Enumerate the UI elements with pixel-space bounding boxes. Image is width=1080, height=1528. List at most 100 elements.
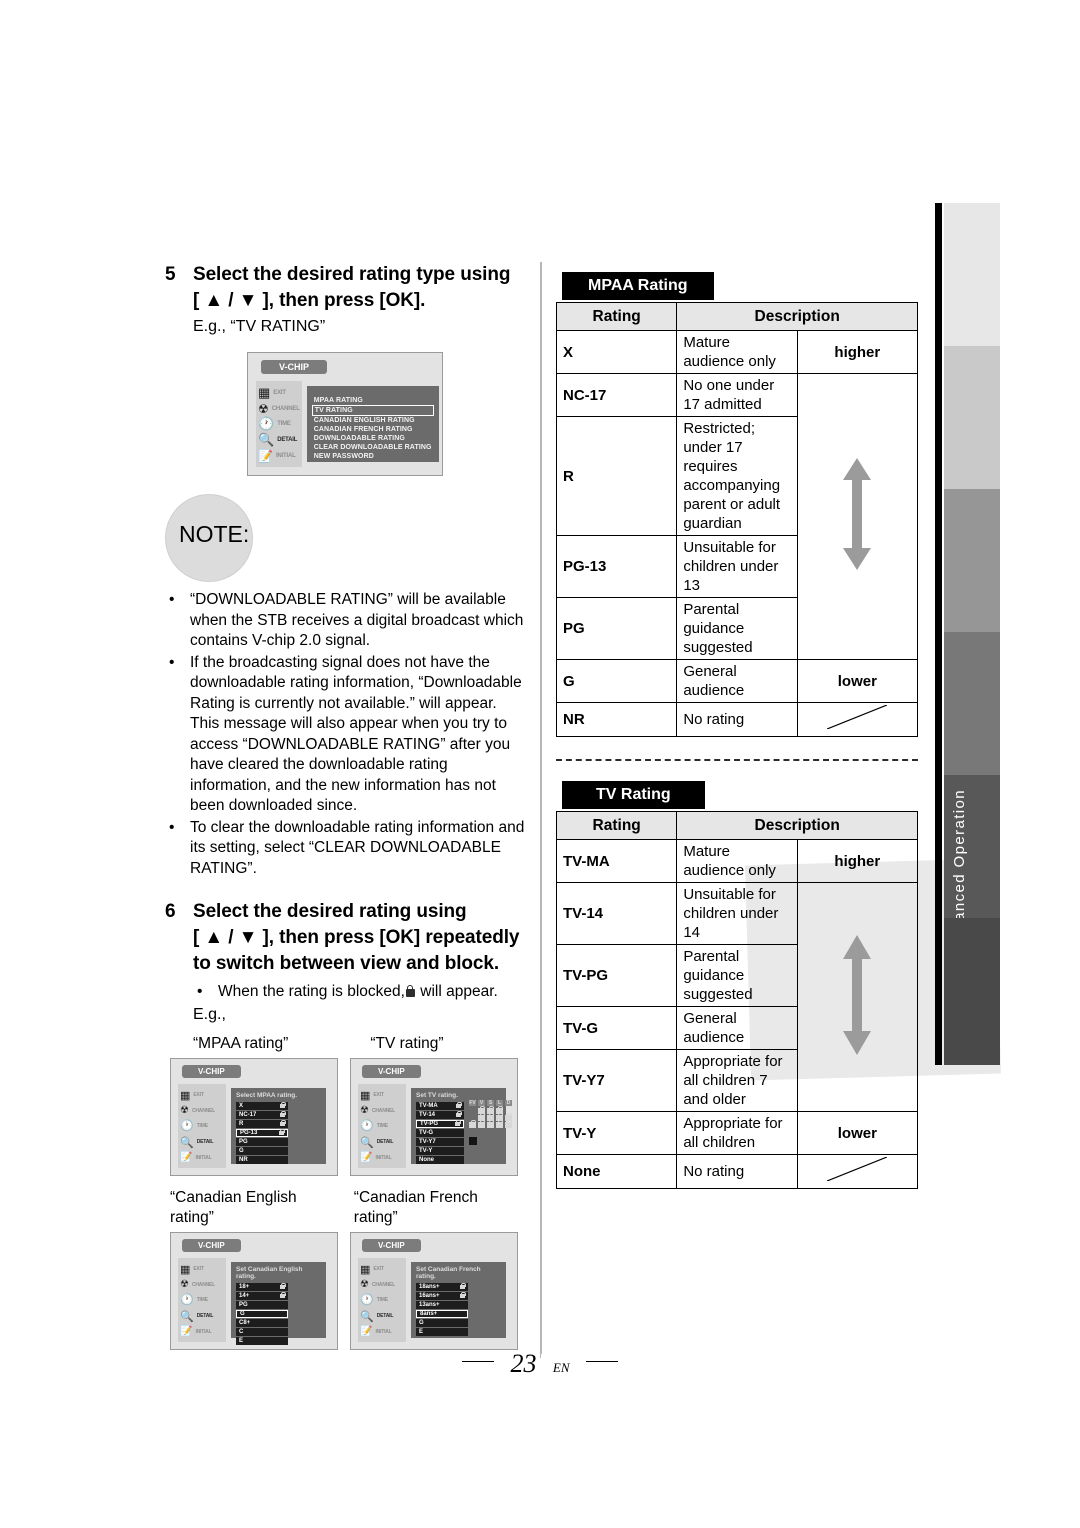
osd-sidebar-item-exit[interactable]: ▦ EXIT [180,1263,224,1276]
osd-sidebar-item-time[interactable]: 🕐 TIME [360,1119,404,1132]
osd-sidebar-item-initial[interactable]: 📝 INITIAL [258,449,300,463]
rating-row-none[interactable]: None [416,1156,464,1164]
rating-row-14plus[interactable]: 14+ [236,1292,288,1300]
osd-sidebar-item-detail[interactable]: 🔍 DETAIL [258,432,300,448]
magnifier-icon: 🔍 [258,432,275,448]
rating-row-pg13[interactable]: PG-13 [236,1129,288,1137]
lock-icon[interactable] [496,1120,503,1128]
step-5: 5 Select the desired rating type using [… [165,262,525,314]
osd-sidebar-item-initial[interactable]: 📝 INITIAL [180,1152,224,1163]
osd-sidebar-item-detail[interactable]: 🔍 DETAIL [360,1136,404,1149]
osd-menu-item-4[interactable]: DOWNLOADABLE RATING [312,434,434,443]
rating-row-e[interactable]: E [236,1337,288,1345]
osd-sidebar-item-initial[interactable]: 📝 INITIAL [360,1326,404,1337]
osd-sidebar-item-channel[interactable]: ☢ CHANNEL [180,1279,224,1290]
rating-row-x[interactable]: X [236,1102,288,1110]
osd-sidebar-label-time: TIME [196,1122,208,1129]
rating-label: E [239,1338,244,1344]
rating-row-18ans[interactable]: 18ans+ [416,1283,468,1291]
osd-tv-body: ▦ EXIT ☢ CHANNEL 🕐 TIME 🔍 DETAIL 📝 INITIAL Se… [358,1084,512,1168]
osd-sidebar-item-channel[interactable]: ☢ CHANNEL [180,1105,224,1116]
rating-row-tvy[interactable]: TV-Y [416,1147,464,1155]
osd-sidebar-label-initial: INITIAL [275,452,296,459]
rating-row-8ans[interactable]: 8ans+ [416,1310,468,1318]
content-grid-row-2[interactable] [469,1120,512,1128]
osd-sidebar-item-detail[interactable]: 🔍 DETAIL [180,1136,224,1149]
page-footer: 23 EN [0,1338,1080,1377]
osd-sidebar-item-exit[interactable]: ▦ EXIT [258,385,300,401]
osd-sidebar-item-initial[interactable]: 📝 INITIAL [360,1152,404,1163]
rating-row-nc17[interactable]: NC-17 [236,1111,288,1119]
lock-icon[interactable] [478,1120,485,1128]
osd-sidebar-item-initial[interactable]: 📝 INITIAL [180,1326,224,1337]
rating-row-18plus[interactable]: 18+ [236,1283,288,1291]
osd-sidebar-item-channel[interactable]: ☢ CHANNEL [360,1105,404,1116]
osd-sidebar-item-exit[interactable]: ▦ EXIT [360,1089,404,1102]
step-6-bullet-pre: When the rating is blocked, [218,983,405,1000]
rating-label: 18+ [239,1284,250,1290]
rating-desc: Parental guidance suggested [676,944,798,1007]
rating-row-g[interactable]: G [236,1310,288,1318]
table-row: G General audience lower [555,659,919,703]
osd-sidebar-item-detail[interactable]: 🔍 DETAIL [360,1310,404,1323]
osd-tv-rating: V-CHIP ▦ EXIT ☢ CHANNEL 🕐 TIME 🔍 DETAIL 📝 INI… [350,1058,518,1176]
rating-row-c[interactable]: C [236,1328,288,1336]
setup-icon: ☢ [180,1105,189,1117]
osd-sidebar-label-exit: EXIT [193,1092,204,1099]
rating-row-13ans[interactable]: 13ans+ [416,1301,468,1309]
osd-sidebar-label-exit: EXIT [373,1092,384,1099]
osd-sidebar-item-time[interactable]: 🕐 TIME [180,1119,224,1132]
osd-sidebar-item-detail[interactable]: 🔍 DETAIL [180,1310,224,1323]
rating-row-tv14[interactable]: TV-14 [416,1111,464,1119]
osd-menu-item-3[interactable]: CANADIAN FRENCH RATING [312,425,434,434]
table-header-row: Rating Description [555,811,918,840]
rating-row-tvg[interactable]: TV-G [416,1129,464,1137]
rating-row-nr[interactable]: NR [236,1156,288,1164]
osd-menu-item-1[interactable]: TV RATING [311,405,434,416]
osd-menu-item-0[interactable]: MPAA RATING [312,396,434,405]
osd-menu-item-6[interactable]: NEW PASSWORD [312,452,434,461]
scale-label-lower: lower [796,659,919,703]
osd-sidebar-item-time[interactable]: 🕐 TIME [258,416,300,432]
exit-door-icon: ▦ [360,1089,371,1102]
rating-row-e[interactable]: E [416,1328,468,1336]
osd-menu-item-5[interactable]: CLEAR DOWNLOADABLE RATING [312,443,434,452]
grid-header-fv: FV [469,1100,476,1106]
rating-row-pg[interactable]: PG [236,1138,288,1146]
setup-icon: ☢ [180,1279,189,1291]
rating-label: TV-Y7 [419,1139,436,1145]
osd-menu-item-2[interactable]: CANADIAN ENGLISH RATING [312,416,434,425]
osd-sidebar-label-detail: DETAIL [196,1139,214,1146]
osd-sidebar-item-time[interactable]: 🕐 TIME [180,1293,224,1306]
tv-rating-badge: TV Rating [562,781,705,809]
rating-row-16ans[interactable]: 16ans+ [416,1292,468,1300]
osd-sidebar-item-exit[interactable]: ▦ EXIT [180,1089,224,1102]
step-5-heading-line1: Select the desired rating type using [193,264,511,285]
rating-row-tvpg[interactable]: TV-PG [416,1120,464,1128]
osd-sidebar-item-time[interactable]: 🕐 TIME [360,1293,404,1306]
lock-icon[interactable] [487,1120,494,1128]
rating-row-r[interactable]: R [236,1120,288,1128]
osd-sidebar-item-channel[interactable]: ☢ CHANNEL [360,1279,404,1290]
rating-row-g[interactable]: G [416,1319,468,1327]
rating-code: G [555,659,678,703]
lock-icon[interactable] [505,1120,512,1128]
rating-row-pg[interactable]: PG [236,1301,288,1309]
notepad-icon: 📝 [180,1152,193,1164]
screen-captions-row-1: “MPAA rating” “TV rating” [193,1034,525,1054]
rating-label: NC-17 [239,1112,257,1118]
rating-row-tvma[interactable]: TV-MA [416,1102,464,1110]
header-rating: Rating [555,811,678,840]
rating-row-c8plus[interactable]: C8+ [236,1319,288,1327]
rating-row-tvy7[interactable]: TV-Y7 [416,1138,464,1146]
caption-canadian-french-rating: “Canadian French rating” [353,1189,478,1226]
osd-mpaa-prompt: Select MPAA rating. [236,1092,298,1099]
osd-sidebar-item-exit[interactable]: ▦ EXIT [360,1263,404,1276]
rating-label: 14+ [239,1293,250,1299]
grid-cell[interactable] [469,1108,476,1114]
osd-sidebar-item-channel[interactable]: ☢ CHANNEL [258,402,300,416]
lock-icon[interactable] [469,1120,476,1128]
osd-ce-body: ▦ EXIT ☢ CHANNEL 🕐 TIME 🔍 DETAIL 📝 INITIAL Se… [178,1258,330,1345]
rating-row-g[interactable]: G [236,1147,288,1155]
notepad-icon: 📝 [360,1326,373,1338]
